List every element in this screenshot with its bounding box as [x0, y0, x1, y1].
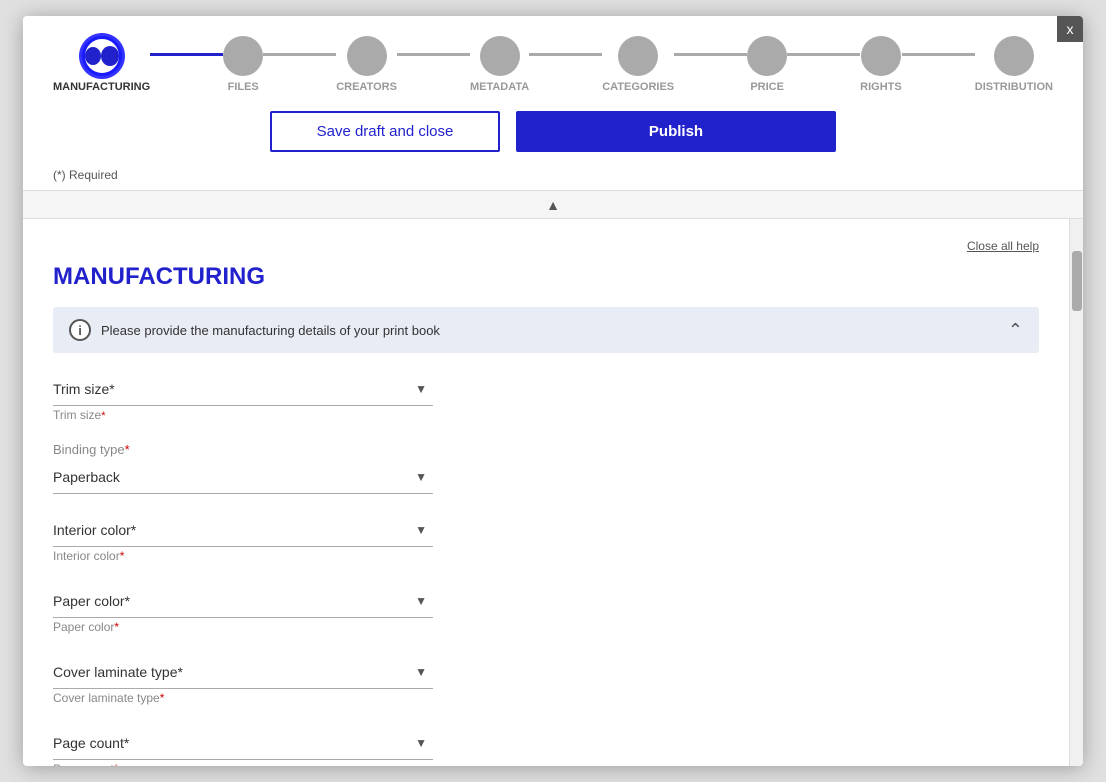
- main-content: Close all help MANUFACTURING i Please pr…: [23, 219, 1083, 766]
- page-count-select[interactable]: Page count*: [53, 727, 433, 759]
- interior-color-label: Interior color: [53, 549, 120, 563]
- trim-size-sublabel: Trim size*: [53, 410, 106, 422]
- step-categories[interactable]: CATEGORIES: [602, 36, 674, 93]
- cover-laminate-select[interactable]: Cover laminate type*: [53, 656, 433, 688]
- save-draft-button[interactable]: Save draft and close: [270, 111, 500, 152]
- connector-7: [902, 53, 975, 56]
- connector-5: [674, 53, 747, 56]
- step-label-creators: CREATORS: [336, 81, 397, 93]
- interior-color-select[interactable]: Interior color*: [53, 514, 433, 546]
- info-banner: i Please provide the manufacturing detai…: [53, 307, 1039, 353]
- cover-laminate-label: Cover laminate type: [53, 691, 160, 705]
- step-circle-manufacturing: [82, 36, 122, 76]
- step-label-files: FILES: [228, 81, 259, 93]
- scrollbar-thumb[interactable]: [1072, 251, 1082, 311]
- close-button[interactable]: x: [1057, 16, 1083, 42]
- scroll-up-button[interactable]: ▲: [546, 197, 560, 213]
- close-all-help-link[interactable]: Close all help: [967, 239, 1039, 253]
- trim-size-select[interactable]: Trim size*: [53, 373, 433, 405]
- step-manufacturing[interactable]: MANUFACTURING: [53, 36, 150, 93]
- cover-laminate-select-wrapper: Cover laminate type* ▼: [53, 656, 433, 689]
- paper-color-select-wrapper: Paper color* ▼: [53, 585, 433, 618]
- paper-color-label: Paper color: [53, 620, 114, 634]
- paper-color-select[interactable]: Paper color*: [53, 585, 433, 617]
- step-circle-creators: [347, 36, 387, 76]
- binding-type-field: Binding type* Paperback ▼: [53, 442, 433, 494]
- required-note: (*) Required: [53, 168, 1053, 190]
- step-metadata[interactable]: METADATA: [470, 36, 529, 93]
- page-count-field: Page count* ▼ Page count*: [53, 727, 433, 766]
- collapse-info-button[interactable]: ⌃: [1008, 320, 1023, 341]
- scroll-up-area: ▲: [23, 191, 1083, 219]
- publish-button[interactable]: Publish: [516, 111, 836, 152]
- step-circle-categories: [618, 36, 658, 76]
- modal-container: x MANUFACTURING FILES CREATORS: [23, 16, 1083, 766]
- right-scrollbar: [1069, 219, 1083, 766]
- step-files[interactable]: FILES: [223, 36, 263, 93]
- step-label-distribution: DISTRIBUTION: [975, 81, 1053, 93]
- wizard-area: MANUFACTURING FILES CREATORS METADATA CA: [23, 16, 1083, 191]
- wizard-steps: MANUFACTURING FILES CREATORS METADATA CA: [53, 36, 1053, 93]
- interior-color-field: Interior color* ▼ Interior color*: [53, 514, 433, 565]
- step-label-metadata: METADATA: [470, 81, 529, 93]
- step-circle-metadata: [480, 36, 520, 76]
- binding-type-select[interactable]: Paperback: [53, 461, 433, 493]
- connector-3: [397, 53, 470, 56]
- trim-size-select-wrapper: Trim size* ▼: [53, 373, 433, 406]
- wizard-actions: Save draft and close Publish: [53, 111, 1053, 168]
- connector-4: [529, 53, 602, 56]
- cover-laminate-type-field: Cover laminate type* ▼ Cover laminate ty…: [53, 656, 433, 707]
- binding-type-label: Binding type*: [53, 442, 433, 457]
- step-label-price: PRICE: [750, 81, 784, 93]
- step-label-rights: RIGHTS: [860, 81, 902, 93]
- binding-type-select-wrapper: Paperback ▼: [53, 461, 433, 494]
- info-banner-text: Please provide the manufacturing details…: [101, 323, 440, 338]
- step-rights[interactable]: RIGHTS: [860, 36, 902, 93]
- step-circle-rights: [861, 36, 901, 76]
- info-icon: i: [69, 319, 91, 341]
- page-count-select-wrapper: Page count* ▼: [53, 727, 433, 760]
- step-label-manufacturing: MANUFACTURING: [53, 81, 150, 93]
- interior-color-select-wrapper: Interior color* ▼: [53, 514, 433, 547]
- step-circle-distribution: [994, 36, 1034, 76]
- trim-size-field: Trim size* ▼ Trim size*: [53, 373, 433, 422]
- connector-6: [787, 53, 860, 56]
- step-label-categories: CATEGORIES: [602, 81, 674, 93]
- connector-1: [150, 53, 223, 56]
- step-price[interactable]: PRICE: [747, 36, 787, 93]
- page-count-label: Page count: [53, 762, 114, 766]
- paper-color-field: Paper color* ▼ Paper color*: [53, 585, 433, 636]
- scrollable-area[interactable]: Close all help MANUFACTURING i Please pr…: [23, 219, 1069, 766]
- step-creators[interactable]: CREATORS: [336, 36, 397, 93]
- page-title: MANUFACTURING: [53, 263, 1039, 291]
- step-distribution[interactable]: DISTRIBUTION: [975, 36, 1053, 93]
- step-circle-files: [223, 36, 263, 76]
- connector-2: [263, 53, 336, 56]
- step-circle-price: [747, 36, 787, 76]
- info-banner-left: i Please provide the manufacturing detai…: [69, 319, 440, 341]
